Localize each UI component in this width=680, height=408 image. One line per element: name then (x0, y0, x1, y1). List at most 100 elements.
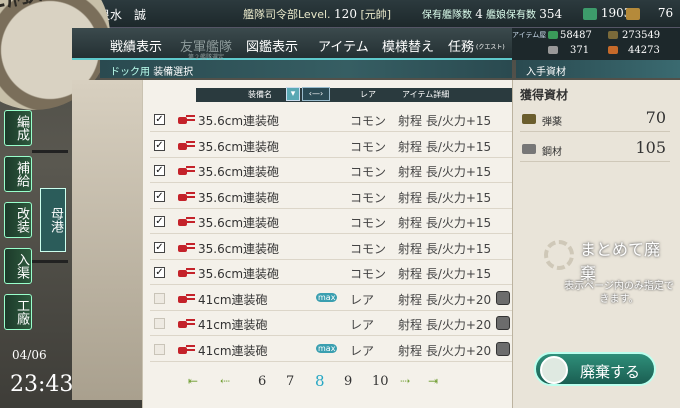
item-shop-link[interactable]: アイテム屋 (512, 30, 546, 40)
equipment-row[interactable]: ✓ 35.6cm連装砲 コモン 射程 長/火力+15 (150, 261, 512, 285)
equipment-detail: 射程 長/火力+15 (398, 190, 492, 205)
equipment-row[interactable]: ✓ 35.6cm連装砲 コモン 射程 長/火力+15 (150, 210, 512, 234)
sort-dropdown-button[interactable]: ▾ (286, 87, 300, 101)
main-gun-icon (178, 268, 195, 277)
girder (32, 260, 68, 263)
scrap-button[interactable]: 廃棄する (534, 352, 656, 386)
equipment-name: 41cm連装砲 (198, 292, 268, 307)
scrap-button-label: 廃棄する (580, 363, 641, 381)
select-checkbox[interactable]: ✓ (154, 241, 165, 253)
nav-organize[interactable]: 編成 (4, 110, 32, 146)
gains-title: 獲得資材 (520, 88, 569, 102)
bauxite-value: 44273 (628, 45, 660, 56)
select-checkbox[interactable]: ✓ (154, 216, 165, 227)
menu-encyclopedia[interactable]: 図鑑表示 (246, 36, 298, 55)
lock-icon[interactable] (496, 290, 510, 305)
equipment-name: 41cm連装砲 (198, 318, 268, 332)
main-gun-icon (178, 319, 195, 328)
equipment-name: 35.6cm連装砲 (198, 165, 280, 179)
fuel-value: 58487 (560, 30, 592, 41)
pagination: ⇤ ⇠ 6 7 8 9 10 ⇢ ⇥ (188, 372, 448, 392)
equipment-rarity: レア (350, 292, 375, 307)
bulk-scrap-note: 表示ページ内のみ指定できます。 (564, 281, 674, 305)
page-6[interactable]: 6 (258, 374, 266, 389)
ammo-icon (608, 31, 618, 39)
menu-quests[interactable]: 任務 (448, 36, 474, 55)
equipment-rarity: コモン (350, 241, 387, 256)
select-checkbox[interactable]: ✓ (154, 139, 165, 151)
nav-resupply[interactable]: 補給 (4, 156, 32, 192)
select-checkbox[interactable] (154, 343, 165, 355)
select-checkbox[interactable]: ✓ (154, 267, 165, 278)
main-gun-icon (178, 293, 195, 303)
col-rarity: レア (360, 90, 376, 99)
equipment-detail: 射程 長/火力+20 (398, 292, 492, 307)
prev-page-icon[interactable]: ⇠ (220, 374, 230, 388)
lock-icon[interactable] (496, 341, 510, 356)
hq-level: 艦隊司令部Level. 120 [元帥] (243, 6, 391, 22)
col-name: 装備名 (248, 90, 272, 99)
gains-tab: 入手資材 (516, 60, 680, 78)
gain-ammo-label: 弾薬 (542, 117, 562, 128)
nav-arsenal[interactable]: 工廠 (4, 294, 32, 330)
ship-count: 354 (539, 7, 563, 21)
lock-icon[interactable] (496, 316, 510, 330)
hq-level-value: 120 (334, 7, 357, 21)
list-header: 装備名 レア アイテム詳細 (196, 88, 516, 102)
rank: [元帥] (360, 8, 392, 21)
equipment-row[interactable]: 41cm連装砲 max レア 射程 長/火力+20 (150, 287, 512, 311)
steel-value: 371 (570, 45, 590, 56)
equipment-name: 35.6cm連装砲 (198, 267, 280, 281)
nav-repair[interactable]: 入渠 (4, 248, 32, 284)
menu-quests-sub: (クエスト) (476, 44, 505, 51)
breadcrumb-current: 装備選択 (153, 67, 194, 78)
equipment-detail: 射程 長/火力+15 (398, 241, 492, 256)
menu-items[interactable]: アイテム (318, 36, 369, 55)
dev-material-count: 76 (626, 6, 673, 20)
main-gun-icon (178, 191, 195, 201)
fleet-count-label: 保有艦隊数 (422, 10, 472, 21)
page-9[interactable]: 9 (344, 374, 352, 389)
select-checkbox[interactable]: ✓ (154, 165, 165, 176)
menu-record[interactable]: 戦績表示 (110, 36, 162, 55)
page-7[interactable]: 7 (286, 374, 294, 389)
gain-ammo: 弾薬 70 (520, 108, 670, 132)
resource-panel: アイテム屋 58487 273549 371 44273 (512, 28, 680, 60)
col-detail: アイテム詳細 (402, 90, 450, 99)
select-checkbox[interactable]: ✓ (154, 114, 165, 125)
select-checkbox[interactable] (154, 318, 165, 329)
equipment-name: 35.6cm連装砲 (198, 139, 280, 154)
page-8-current[interactable]: 8 (315, 372, 325, 390)
equipment-rarity: コモン (350, 114, 387, 128)
main-gun-icon (178, 115, 195, 124)
nav-remodel[interactable]: 改装 (4, 202, 32, 238)
gain-steel: 鋼材 105 (520, 138, 670, 162)
menu-furniture[interactable]: 模様替え (382, 36, 434, 55)
equipment-row[interactable]: 41cm連装砲 max レア 射程 長/火力+20 (150, 338, 512, 362)
equipment-detail: 射程 長/火力+20 (398, 343, 492, 358)
ship-count-label: 艦娘保有数 (486, 10, 537, 21)
select-checkbox[interactable]: ✓ (154, 190, 165, 202)
nav-home-port[interactable]: 母港 (40, 188, 66, 252)
page-10[interactable]: 10 (372, 374, 389, 389)
equipment-detail: 射程 長/火力+15 (398, 216, 492, 230)
select-checkbox[interactable] (154, 292, 165, 304)
sort-order-button[interactable]: ‹—› (302, 87, 330, 101)
arsenal-emblem-label: 工廠 (0, 0, 46, 24)
equipment-row[interactable]: ✓ 35.6cm連装砲 コモン 射程 長/火力+15 (150, 185, 512, 209)
equipment-row[interactable]: ✓ 35.6cm連装砲 コモン 射程 長/火力+15 (150, 134, 512, 158)
equipment-row[interactable]: ✓ 35.6cm連装砲 コモン 射程 長/火力+15 (150, 236, 512, 260)
fleet-count: 4 (475, 7, 483, 21)
equipment-row[interactable]: 41cm連装砲 レア 射程 長/火力+20 (150, 312, 512, 336)
scrap-gear-icon (540, 356, 568, 384)
menu-bar: 戦績表示 友軍艦隊 第２艦隊選定 図鑑表示 アイテム 模様替え 任務 (クエスト… (72, 28, 512, 61)
last-page-icon[interactable]: ⇥ (428, 374, 438, 388)
bulk-scrap-area[interactable]: まとめて廃棄 表示ページ内のみ指定できます。 (540, 236, 674, 326)
equipment-row[interactable]: ✓ 35.6cm連装砲 コモン 射程 長/火力+15 (150, 108, 512, 132)
max-level-badge: max (316, 292, 338, 302)
first-page-icon[interactable]: ⇤ (188, 374, 198, 388)
next-page-icon[interactable]: ⇢ (400, 374, 410, 388)
equipment-row[interactable]: ✓ 35.6cm連装砲 コモン 射程 長/火力+15 (150, 159, 512, 183)
main-gun-icon (178, 166, 195, 175)
main-gun-icon (178, 242, 195, 252)
